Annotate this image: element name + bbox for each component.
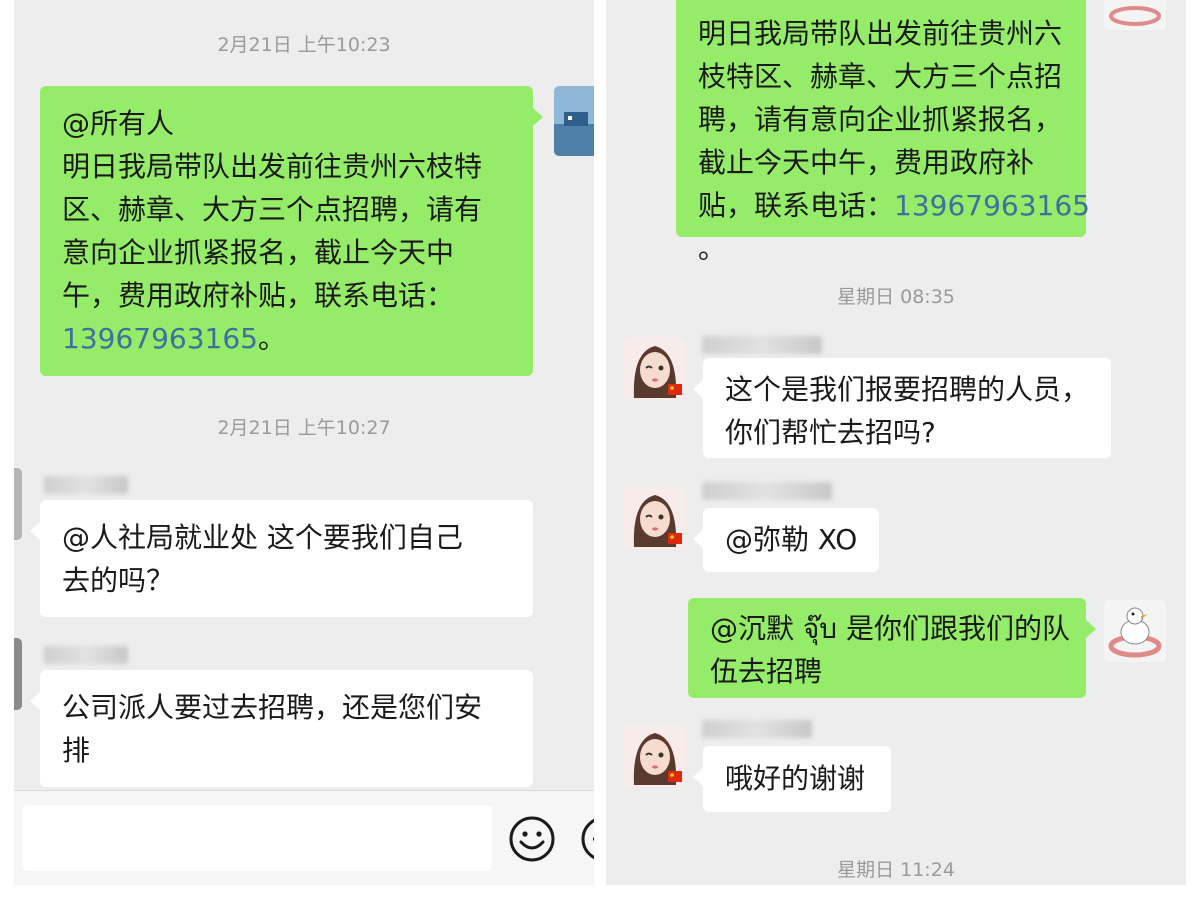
bubble-tail xyxy=(533,108,543,126)
emoji-button[interactable] xyxy=(508,815,556,863)
received-message-bubble[interactable]: @弥勒 XO xyxy=(703,508,879,572)
sender-name-blurred xyxy=(702,482,832,500)
sender-name-blurred xyxy=(702,336,822,354)
phone-number-link[interactable]: 13967963165 xyxy=(894,189,1090,222)
message-line: @弥勒 XO xyxy=(725,523,858,556)
contact-avatar[interactable] xyxy=(624,487,686,549)
message-punctuation: 。 xyxy=(257,322,286,355)
sender-name-blurred xyxy=(44,476,128,494)
chat-screenshot-right: 明日我局带队出发前往贵州六 枝特区、赫章、大方三个点招 聘，请有意向企业抓紧报名… xyxy=(606,0,1186,885)
message-line: 午，费用政府补贴，联系电话： xyxy=(62,279,455,312)
bubble-tail xyxy=(30,692,40,710)
message-line: 明日我局带队出发前往贵州六枝特 xyxy=(62,150,483,183)
sent-message-bubble[interactable]: @沉默 จุ๊บ 是你们跟我们的队 伍去招聘 xyxy=(688,598,1086,698)
own-avatar[interactable] xyxy=(1104,600,1166,662)
message-line: @所有人 xyxy=(62,107,175,140)
message-line: 聘，请有意向企业抓紧报名， xyxy=(698,103,1063,136)
own-avatar[interactable] xyxy=(1104,0,1166,30)
message-input-bar xyxy=(14,790,594,885)
message-input[interactable] xyxy=(22,805,492,871)
message-line: 意向企业抓紧报名，截止今天中 xyxy=(62,236,455,269)
chat-screenshot-left: 2月21日 上午10:23 @所有人 明日我局带队出发前往贵州六枝特 区、赫章、… xyxy=(14,0,594,885)
own-avatar[interactable] xyxy=(554,86,594,156)
contact-avatar[interactable] xyxy=(14,638,22,710)
timestamp: 星期日 11:24 xyxy=(837,859,955,881)
bubble-tail xyxy=(693,530,703,548)
message-line: 贴，联系电话： xyxy=(698,189,895,222)
plus-icon xyxy=(581,818,594,860)
cartoon-girl-avatar-icon xyxy=(624,725,686,787)
emoji-icon xyxy=(509,816,555,862)
message-line: 枝特区、赫章、大方三个点招 xyxy=(698,60,1063,93)
message-line: 哦好的谢谢 xyxy=(725,762,866,795)
sender-name-blurred xyxy=(44,646,128,664)
message-line: @沉默 จุ๊บ 是你们跟我们的队 xyxy=(710,612,1070,645)
received-message-bubble[interactable]: 哦好的谢谢 xyxy=(703,746,891,812)
timestamp: 2月21日 上午10:23 xyxy=(217,34,391,56)
bubble-tail xyxy=(30,522,40,540)
received-message-bubble[interactable]: @人社局就业处 这个要我们自己 去的吗？ xyxy=(40,500,533,617)
bubble-tail xyxy=(1086,620,1096,638)
sent-message-bubble[interactable]: @所有人 明日我局带队出发前往贵州六枝特 区、赫章、大方三个点招聘，请有 意向企… xyxy=(40,86,533,376)
message-line: 区、赫章、大方三个点招聘，请有 xyxy=(62,193,483,226)
cartoon-goose-avatar-icon xyxy=(1108,607,1162,658)
message-line: 截止今天中午，费用政府补 xyxy=(698,146,1035,179)
cartoon-girl-avatar-icon xyxy=(624,338,686,400)
message-punctuation: 。 xyxy=(698,232,727,265)
phone-number-link[interactable]: 13967963165 xyxy=(62,322,258,355)
message-line: 这个是我们报要招聘的人员， xyxy=(725,373,1090,406)
message-line: 去的吗？ xyxy=(62,564,175,597)
more-button[interactable] xyxy=(580,815,594,863)
bubble-tail xyxy=(693,768,703,786)
contact-avatar[interactable] xyxy=(14,468,22,540)
received-message-bubble[interactable]: 这个是我们报要招聘的人员， 你们帮忙去招吗? xyxy=(703,358,1111,458)
message-line: 伍去招聘 xyxy=(710,655,823,688)
contact-avatar[interactable] xyxy=(624,725,686,787)
message-line: @人社局就业处 这个要我们自己 xyxy=(62,521,463,554)
sent-message-bubble[interactable]: 明日我局带队出发前往贵州六 枝特区、赫章、大方三个点招 聘，请有意向企业抓紧报名… xyxy=(676,0,1090,265)
timestamp: 星期日 08:35 xyxy=(837,286,955,308)
sender-name-blurred xyxy=(702,720,812,738)
cartoon-goose-avatar-icon xyxy=(1109,6,1161,26)
landscape-photo-icon xyxy=(554,86,594,156)
message-line: 你们帮忙去招吗? xyxy=(725,416,936,449)
contact-avatar[interactable] xyxy=(624,338,686,400)
message-line: 排 xyxy=(62,734,91,767)
received-message-bubble[interactable]: 公司派人要过去招聘，还是您们安 排 xyxy=(40,670,533,787)
message-line: 公司派人要过去招聘，还是您们安 xyxy=(62,691,483,724)
cartoon-girl-avatar-icon xyxy=(624,487,686,549)
timestamp: 2月21日 上午10:27 xyxy=(217,417,391,439)
message-line: 明日我局带队出发前往贵州六 xyxy=(698,17,1063,50)
bubble-tail xyxy=(693,380,703,398)
